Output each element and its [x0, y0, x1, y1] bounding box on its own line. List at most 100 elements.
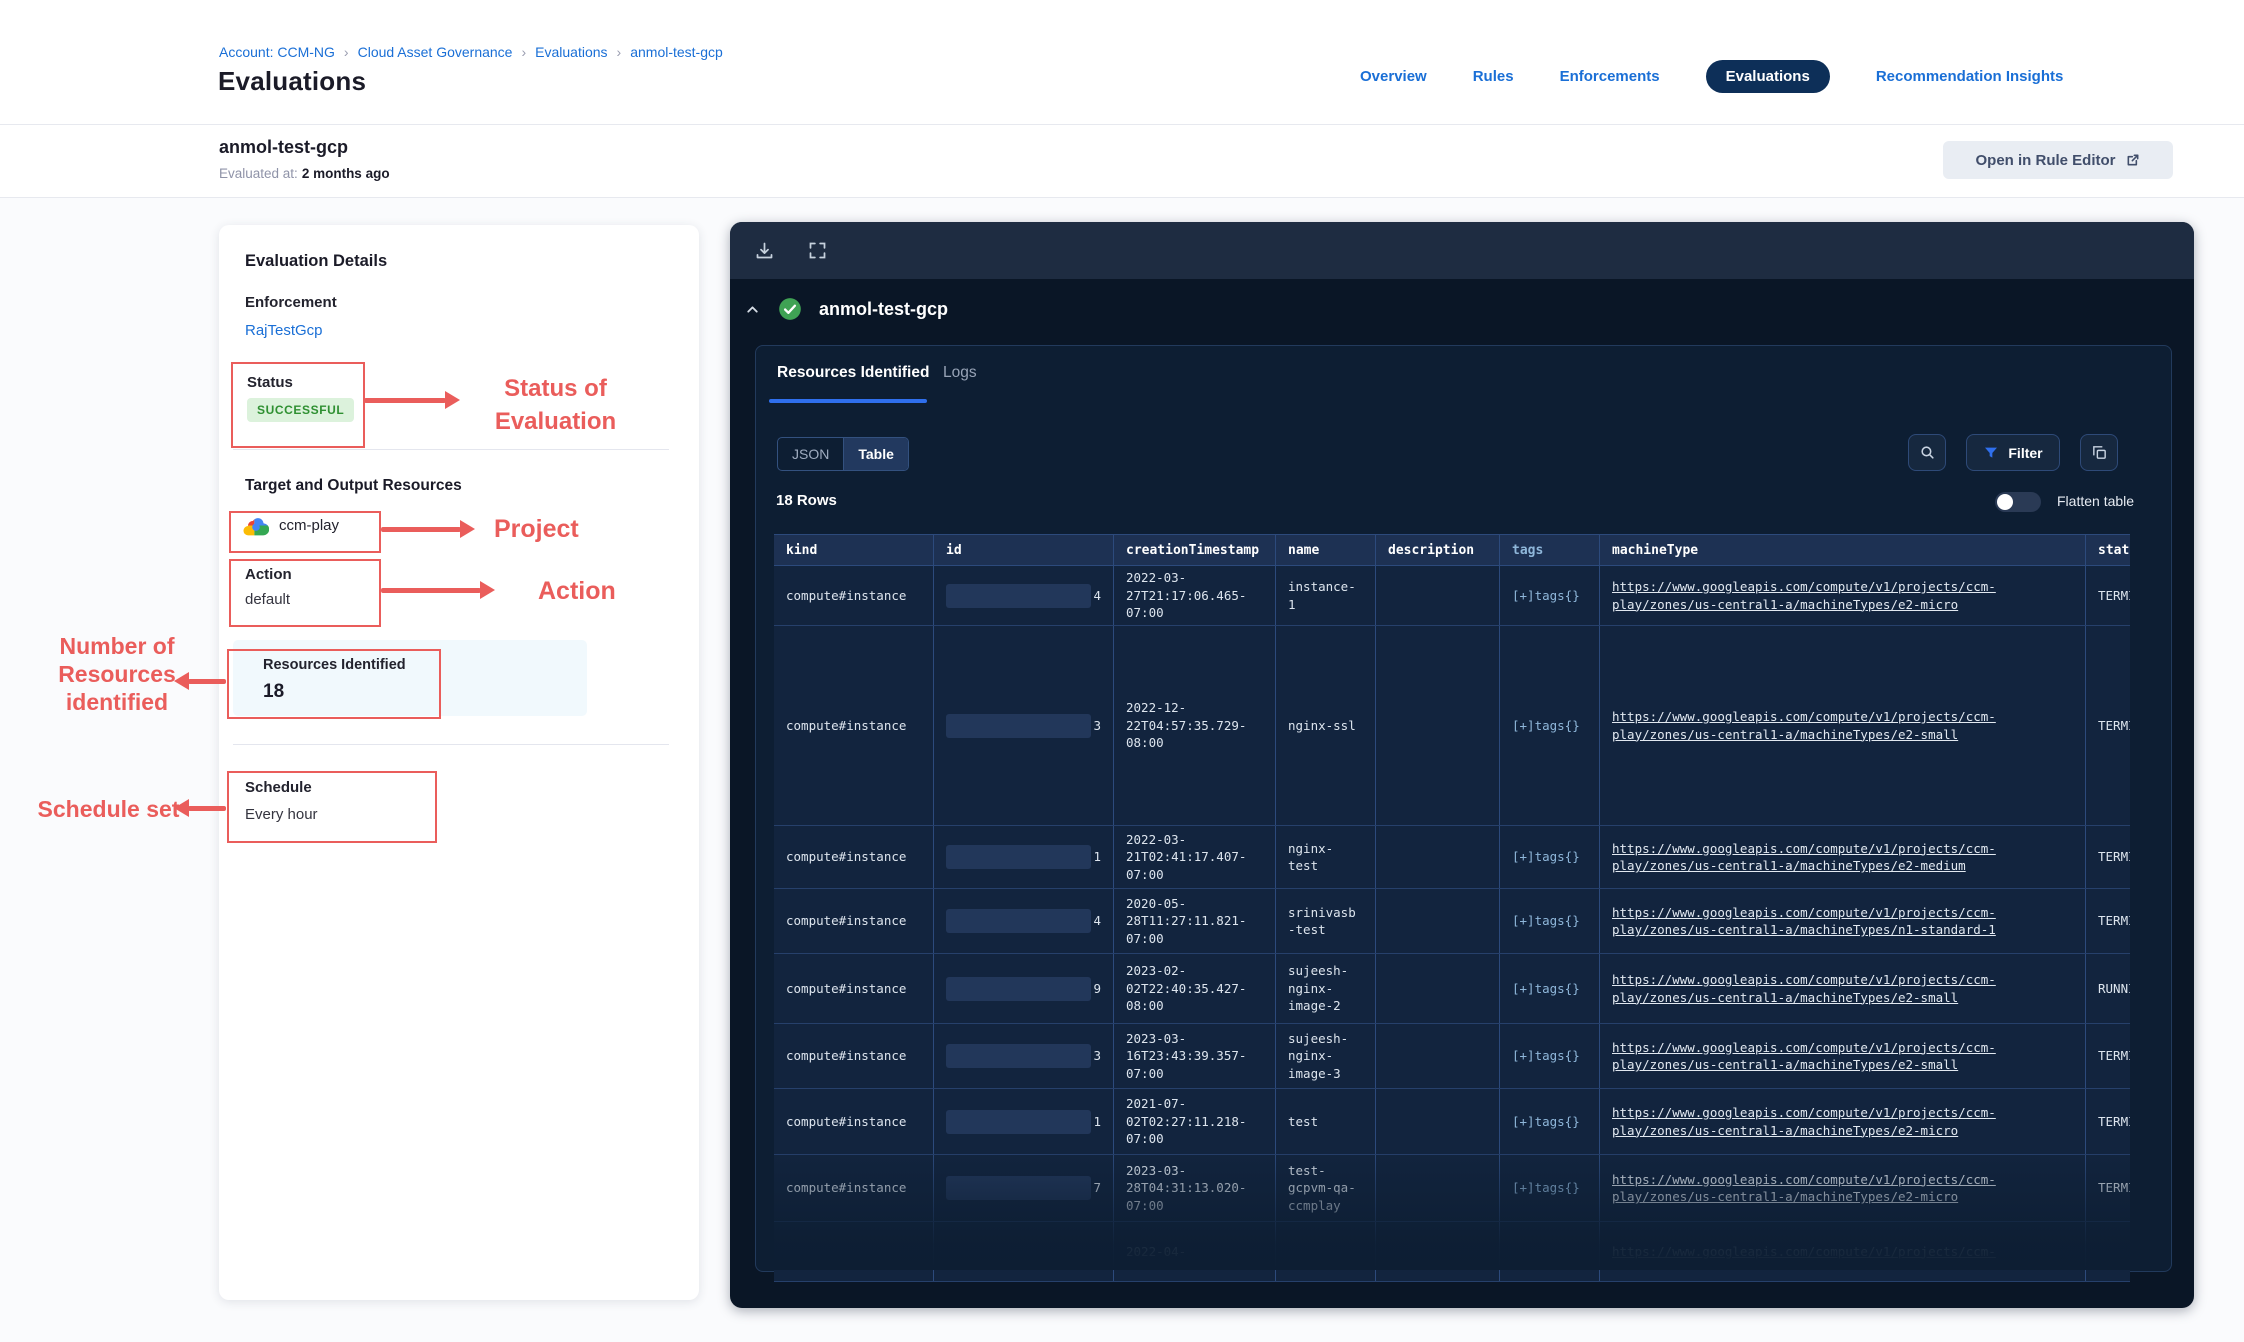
top-navigation: Overview Rules Enforcements Evaluations …	[1360, 58, 2063, 94]
search-button[interactable]	[1908, 434, 1946, 471]
column-header-description: description	[1376, 535, 1500, 565]
cell-tags-expander[interactable]: [+]tags{}	[1500, 626, 1600, 825]
filter-label: Filter	[2008, 445, 2042, 461]
action-annotation-text: Action	[538, 577, 616, 606]
results-panel-toolbar	[730, 222, 2194, 279]
cell-tags-expander[interactable]: [+]tags{}	[1500, 1089, 1600, 1154]
machine-type-link[interactable]: https://www.googleapis.com/compute/v1/pr…	[1612, 1104, 2010, 1139]
redacted-id-box	[946, 1044, 1091, 1068]
cell-creation-timestamp: 2023-03-28T04:31:13.020-07:00	[1114, 1155, 1276, 1221]
table-row: compute#instance 3 2023-03-16T23:43:39.3…	[774, 1024, 2130, 1089]
machine-type-link[interactable]: https://www.googleapis.com/compute/v1/pr…	[1612, 1039, 2010, 1074]
machine-type-link[interactable]: https://www.googleapis.com/compute/v1/pr…	[1612, 840, 2010, 875]
cell-creation-timestamp: 2023-03-16T23:43:39.357-07:00	[1114, 1024, 1276, 1088]
resources-table: kind id creationTimestamp name descripti…	[774, 534, 2130, 1282]
nav-rules[interactable]: Rules	[1473, 68, 1514, 85]
filter-button[interactable]: Filter	[1966, 434, 2060, 471]
redacted-id-box	[946, 714, 1091, 738]
table-header-row: kind id creationTimestamp name descripti…	[774, 534, 2130, 566]
tab-logs[interactable]: Logs	[943, 364, 977, 382]
cell-creation-timestamp: 2022-04-	[1114, 1222, 1276, 1281]
breadcrumb-cloud-asset-governance[interactable]: Cloud Asset Governance	[358, 44, 513, 60]
id-visible-suffix: 4	[1093, 912, 1101, 930]
flatten-table-switch[interactable]	[1995, 492, 2041, 512]
machine-type-link[interactable]: https://www.googleapis.com/compute/v1/pr…	[1612, 971, 2010, 1006]
cell-name: test	[1276, 1089, 1376, 1154]
nav-enforcements[interactable]: Enforcements	[1560, 68, 1660, 85]
id-visible-suffix: 9	[1093, 980, 1101, 998]
machine-type-link[interactable]: https://www.googleapis.com/compute/v1/pr…	[1612, 1171, 2010, 1206]
result-header-row: anmol-test-gcp	[744, 296, 948, 322]
cell-machine-type: https://www.googleapis.com/compute/v1/pr…	[1600, 826, 2086, 888]
card-divider	[233, 744, 669, 745]
cell-id: 4	[934, 889, 1114, 953]
cell-description	[1376, 626, 1500, 825]
table-row: compute#instance 1 2022-03-21T02:41:17.4…	[774, 826, 2130, 889]
cell-tags-expander[interactable]: [+]tags{}	[1500, 566, 1600, 625]
cell-tags-expander[interactable]: [+]tags{}	[1500, 1024, 1600, 1088]
machine-type-link[interactable]: https://www.googleapis.com/compute/v1/pr…	[1612, 578, 2010, 613]
machine-type-link[interactable]: https://www.googleapis.com/compute/v1/pr…	[1612, 1243, 1996, 1261]
table-body: compute#instance 4 2022-03-27T21:17:06.4…	[774, 566, 2130, 1282]
cell-status	[2086, 1222, 2130, 1281]
collapse-chevron-button[interactable]	[744, 301, 761, 318]
column-header-id: id	[934, 535, 1114, 565]
project-annotation-arrow	[381, 527, 461, 532]
cell-kind: compute#instance	[774, 1024, 934, 1088]
schedule-annotation-arrow	[188, 806, 226, 811]
breadcrumb-separator: ›	[521, 44, 526, 60]
cell-tags-expander[interactable]: [+]tags{}	[1500, 889, 1600, 953]
tab-resources-identified[interactable]: Resources Identified	[777, 364, 929, 382]
machine-type-link[interactable]: https://www.googleapis.com/compute/v1/pr…	[1612, 904, 2010, 939]
view-mode-json[interactable]: JSON	[778, 438, 843, 470]
id-visible-suffix: 3	[1093, 717, 1101, 735]
cell-tags-expander[interactable]	[1500, 1222, 1600, 1281]
project-row[interactable]: ccm-play	[243, 515, 339, 536]
breadcrumb-account[interactable]: Account: CCM-NG	[219, 44, 335, 60]
cell-status: TERMINATED	[2086, 1024, 2130, 1088]
result-title: anmol-test-gcp	[819, 299, 948, 320]
column-header-status: status	[2086, 535, 2130, 565]
breadcrumb-evaluations[interactable]: Evaluations	[535, 44, 607, 60]
cell-creation-timestamp: 2021-07-02T02:27:11.218-07:00	[1114, 1089, 1276, 1154]
download-button[interactable]	[754, 240, 775, 261]
machine-type-link[interactable]: https://www.googleapis.com/compute/v1/pr…	[1612, 708, 2010, 743]
cell-name: test-gcpvm-qa-ccmplay	[1276, 1155, 1376, 1221]
flatten-table-label: Flatten table	[2057, 493, 2134, 509]
column-header-machine-type: machineType	[1600, 535, 2086, 565]
cell-description	[1376, 1089, 1500, 1154]
download-icon	[754, 240, 775, 261]
google-cloud-icon	[243, 515, 269, 536]
open-in-rule-editor-button[interactable]: Open in Rule Editor	[1943, 141, 2173, 179]
cell-description	[1376, 1222, 1500, 1281]
cell-name: instance-1	[1276, 566, 1376, 625]
cell-id: 1	[934, 1089, 1114, 1154]
cell-kind	[774, 1222, 934, 1281]
fullscreen-button[interactable]	[807, 240, 828, 261]
nav-recommendation-insights[interactable]: Recommendation Insights	[1876, 68, 2064, 85]
nav-overview[interactable]: Overview	[1360, 68, 1427, 85]
view-mode-table[interactable]: Table	[843, 438, 908, 470]
cell-status: RUNNING	[2086, 954, 2130, 1023]
cell-tags-expander[interactable]: [+]tags{}	[1500, 826, 1600, 888]
nav-evaluations-active[interactable]: Evaluations	[1706, 60, 1830, 93]
evaluation-name: anmol-test-gcp	[219, 137, 348, 158]
copy-button[interactable]	[2080, 434, 2118, 471]
enforcement-link[interactable]: RajTestGcp	[245, 322, 323, 339]
redacted-id-box	[946, 1110, 1091, 1134]
evaluated-at-value: 2 months ago	[302, 166, 390, 181]
breadcrumb-current[interactable]: anmol-test-gcp	[630, 44, 723, 60]
cell-tags-expander[interactable]: [+]tags{}	[1500, 1155, 1600, 1221]
cell-machine-type: https://www.googleapis.com/compute/v1/pr…	[1600, 626, 2086, 825]
cell-tags-expander[interactable]: [+]tags{}	[1500, 954, 1600, 1023]
cell-name: nginx-ssl	[1276, 626, 1376, 825]
action-annotation-arrow	[381, 588, 481, 593]
schedule-value: Every hour	[245, 806, 318, 823]
table-row: compute#instance 7 2023-03-28T04:31:13.0…	[774, 1155, 2130, 1222]
cell-name: sujeesh-nginx-image-2	[1276, 954, 1376, 1023]
header-divider	[0, 124, 2244, 125]
filter-funnel-icon	[1983, 445, 1999, 461]
view-mode-toggle: JSON Table	[777, 437, 909, 471]
redacted-id-box	[946, 1176, 1091, 1200]
evaluated-at: Evaluated at:2 months ago	[219, 166, 390, 181]
